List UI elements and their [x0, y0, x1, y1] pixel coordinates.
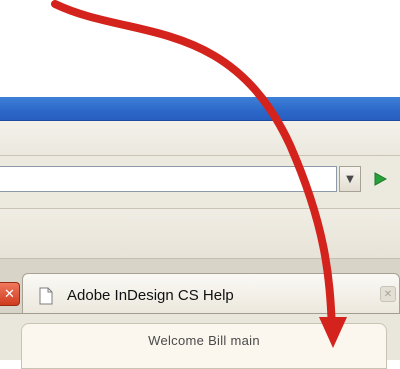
page-content: Welcome Bill main: [0, 314, 400, 369]
welcome-text: Welcome Bill main: [148, 333, 260, 348]
menu-bar: [0, 121, 400, 156]
address-dropdown-button[interactable]: ▼: [339, 166, 361, 192]
chevron-down-icon: ▼: [346, 173, 354, 185]
address-input[interactable]: [0, 166, 337, 192]
tab-label: Adobe InDesign CS Help: [67, 287, 234, 304]
bookmarks-toolbar: [0, 209, 400, 259]
tab-close-icon[interactable]: ✕: [380, 286, 396, 302]
welcome-panel: Welcome Bill main: [21, 323, 387, 369]
window-titlebar: [0, 97, 400, 121]
tab-strip: ✕ Adobe InDesign CS Help ✕: [0, 259, 400, 314]
blank-background: [0, 0, 400, 97]
play-icon: [374, 172, 387, 186]
go-button[interactable]: [365, 166, 395, 192]
address-toolbar: ▼: [0, 156, 400, 209]
close-icon[interactable]: ✕: [0, 282, 20, 306]
tab-adobe-indesign-help[interactable]: Adobe InDesign CS Help ✕: [22, 273, 400, 313]
page-icon: [39, 287, 53, 305]
